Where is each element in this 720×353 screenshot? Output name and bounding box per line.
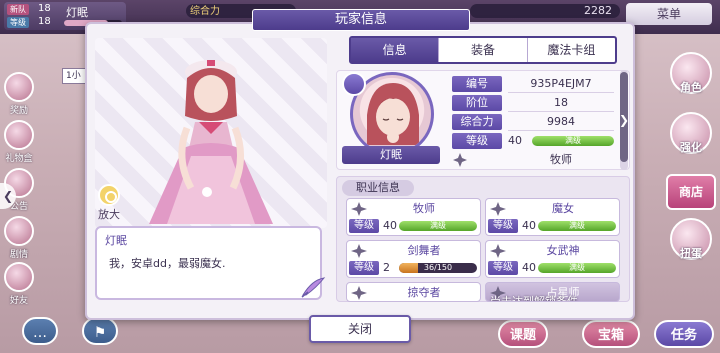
tab-magic-deck[interactable]: 魔法卡组 — [528, 38, 615, 62]
story-icon — [4, 216, 34, 246]
gem-stat: 2282 — [470, 4, 620, 18]
player-name: 灯眠 — [66, 6, 88, 19]
priest-emblem-icon — [351, 202, 367, 216]
speech-text: 我，安卓dd，最弱魔女. — [109, 257, 226, 270]
menu-button[interactable]: 菜单 — [626, 3, 712, 25]
job-card-astrologer[interactable]: 占星师 尚未达到解锁条件 — [485, 282, 620, 302]
power-label: 综合力 — [190, 6, 220, 17]
sidebar-item-rewards[interactable]: 奖励 — [2, 72, 36, 116]
info-row-level: 等级 40 满级 — [452, 133, 614, 149]
chat-icon: … — [33, 325, 47, 341]
gift-icon — [4, 120, 34, 150]
lock-hint: 尚未达到解锁条件 — [490, 295, 578, 302]
close-button[interactable]: 关闭 — [309, 315, 411, 343]
job-card-witch[interactable]: 魔女 等级 40 满级 — [485, 198, 620, 236]
sidebar-item-friends[interactable]: 好友 — [2, 262, 36, 306]
info-row-power: 综合力 9984 — [452, 114, 614, 131]
sidebar-item-gift-box[interactable]: 礼物盒 — [2, 120, 36, 164]
gacha-button[interactable]: 扭蛋 — [670, 218, 712, 260]
info-tabs: 信息 装备 魔法卡组 — [349, 36, 617, 64]
job-card-priest[interactable]: 牧师 等级 40 满级 — [346, 198, 481, 236]
tab-equipment[interactable]: 装备 — [439, 38, 528, 62]
class-value: 牧师 — [550, 153, 572, 166]
witch-emblem-icon — [490, 202, 506, 216]
guild-icon: ⚑ — [93, 325, 107, 341]
chat-button[interactable]: … — [22, 317, 58, 345]
sword-dancer-emblem-icon — [351, 244, 367, 258]
chip-rank-value: 18 — [38, 3, 51, 14]
sidebar-label: 礼物盒 — [5, 154, 33, 164]
sidebar-label: 剧情 — [9, 250, 28, 260]
edit-quill-icon[interactable] — [300, 276, 326, 298]
left-sidebar: 奖励 礼物盒 公告 剧情 好友 — [0, 40, 38, 320]
job-level-bar: 36/150 — [399, 263, 477, 273]
zoom-label: 放大 — [98, 208, 120, 221]
modal-title: 玩家信息 — [252, 9, 470, 31]
character-illustration — [149, 60, 273, 224]
friends-icon — [4, 262, 34, 292]
valkyrie-emblem-icon — [490, 244, 506, 258]
info-row-id: 编号 935P4EJM7 — [452, 76, 614, 93]
enhance-button[interactable]: 强化 — [670, 112, 712, 154]
job-level-bar: 满级 — [399, 221, 477, 231]
level-bar: 满级 — [532, 136, 614, 146]
guild-button[interactable]: ⚑ — [82, 317, 118, 345]
job-level-bar: 满级 — [538, 263, 616, 273]
class-emblem-icon — [453, 153, 467, 167]
shop-button[interactable]: 商店 — [666, 174, 716, 210]
chip-tag-rank: 新队 — [7, 4, 29, 15]
reward-icon — [4, 72, 34, 102]
swap-icon[interactable] — [342, 72, 366, 96]
treasure-button[interactable]: 宝箱 — [582, 320, 640, 348]
plunderer-emblem-icon — [351, 286, 367, 300]
mission-button[interactable]: 任务 — [654, 320, 714, 348]
job-card-valkyrie[interactable]: 女武神 等级 40 满级 — [485, 240, 620, 278]
chip-level-value: 18 — [38, 16, 51, 27]
speech-speaker: 灯眠 — [105, 234, 127, 247]
sidebar-item-story[interactable]: 剧情 — [2, 216, 36, 260]
job-card-sword-dancer[interactable]: 剑舞者 等级 2 36/150 — [346, 240, 481, 278]
sidebar-label: 好友 — [9, 296, 28, 306]
speech-box: 灯眠 我，安卓dd，最弱魔女. — [95, 226, 322, 300]
chevron-right-icon[interactable]: ❯ — [617, 110, 631, 130]
profile-name: 灯眠 — [342, 146, 440, 164]
job-level-bar: 满级 — [538, 221, 616, 231]
sidebar-label: 奖励 — [9, 106, 28, 116]
character-button[interactable]: 角色 — [670, 52, 712, 94]
info-row-rank: 阶位 18 — [452, 95, 614, 112]
job-section-title: 职业信息 — [342, 180, 414, 196]
character-portrait — [95, 38, 327, 228]
chip-tag-level: 等级 — [7, 17, 29, 28]
zoom-button[interactable]: 放大 — [92, 184, 126, 221]
quest-button[interactable]: 课题 — [498, 320, 548, 348]
tab-info[interactable]: 信息 — [351, 38, 440, 62]
job-card-plunderer[interactable]: 掠夺者 — [346, 282, 481, 302]
magnifier-icon — [98, 184, 120, 206]
